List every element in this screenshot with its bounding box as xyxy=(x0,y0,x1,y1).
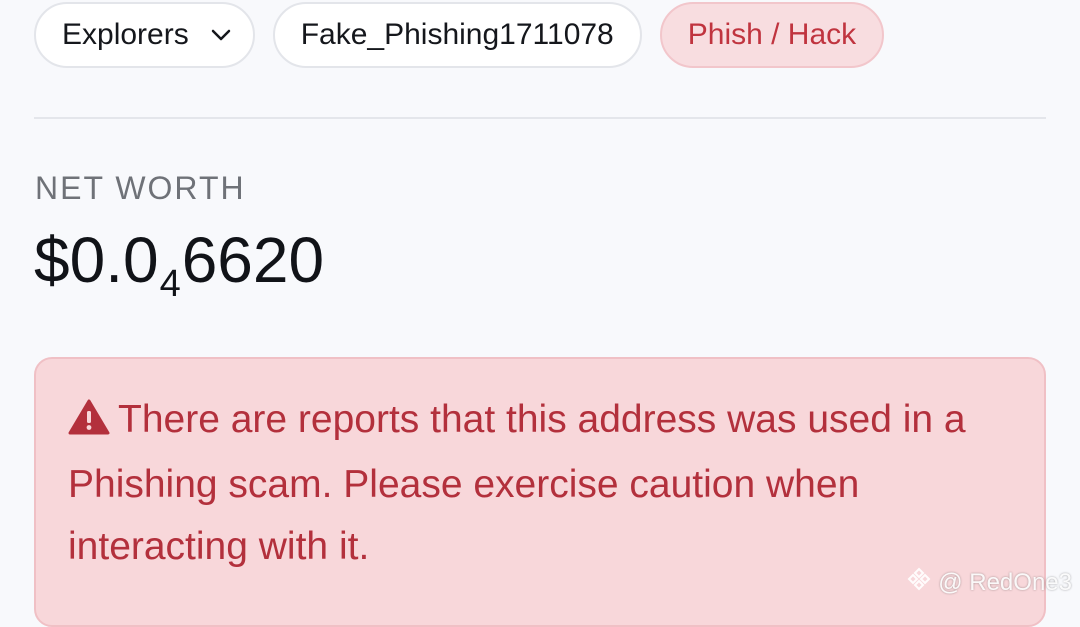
divider xyxy=(34,117,1046,119)
address-label: Fake_Phishing1711078 xyxy=(300,18,614,51)
explorers-dropdown[interactable]: Explorers xyxy=(34,2,255,68)
net-worth-subscript: 4 xyxy=(159,263,181,305)
warning-icon xyxy=(68,392,110,454)
watermark-text: @ RedOne3 xyxy=(938,568,1072,596)
binance-logo-icon xyxy=(906,566,932,599)
phishing-warning-alert: There are reports that this address was … xyxy=(34,357,1046,627)
net-worth-label: NET WORTH xyxy=(35,170,246,206)
address-label-chip[interactable]: Fake_Phishing1711078 xyxy=(272,2,642,68)
alert-text: There are reports that this address was … xyxy=(68,389,968,578)
net-worth-suffix: 6620 xyxy=(181,224,325,296)
chevron-down-icon xyxy=(211,29,231,41)
net-worth-prefix: $0.0 xyxy=(34,224,159,296)
tag-label: Phish / Hack xyxy=(687,18,857,51)
watermark: @ RedOne3 xyxy=(906,566,1072,599)
explorers-label: Explorers xyxy=(62,18,189,51)
net-worth-value: $0.046620 xyxy=(34,228,324,303)
phish-hack-tag[interactable]: Phish / Hack xyxy=(659,2,885,68)
alert-message: There are reports that this address was … xyxy=(68,398,966,568)
header-chips: Explorers Fake_Phishing1711078 Phish / H… xyxy=(34,2,885,68)
